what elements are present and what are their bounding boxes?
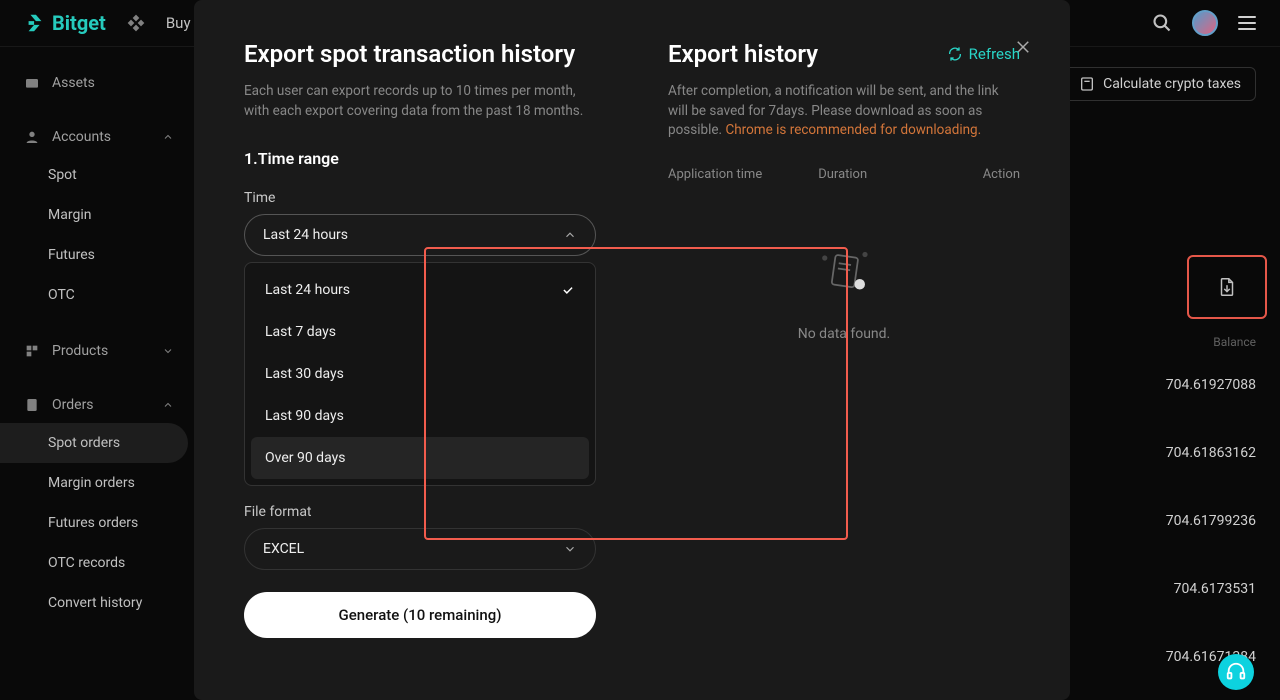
time-option-24h[interactable]: Last 24 hours — [251, 269, 589, 311]
export-modal: Export spot transaction history Each use… — [194, 0, 1070, 700]
chevron-up-icon — [563, 228, 577, 242]
check-icon — [561, 283, 575, 297]
refresh-icon — [947, 46, 963, 62]
file-format-select[interactable]: EXCEL — [244, 528, 596, 570]
time-option-7d[interactable]: Last 7 days — [251, 311, 589, 353]
time-option-30d[interactable]: Last 30 days — [251, 353, 589, 395]
export-history-columns: Application time Duration Action — [668, 167, 1020, 182]
chevron-down-icon — [563, 542, 577, 556]
col-action: Action — [983, 167, 1020, 182]
col-application-time: Application time — [668, 167, 762, 182]
export-history-title: Export history — [668, 40, 818, 68]
time-option-over90d[interactable]: Over 90 days — [251, 437, 589, 479]
time-dropdown: Last 24 hours Last 7 days Last 30 days L… — [244, 262, 596, 486]
headset-icon — [1225, 661, 1247, 683]
empty-state-icon — [809, 242, 879, 302]
modal-title: Export spot transaction history — [244, 40, 596, 68]
time-select-value: Last 24 hours — [263, 227, 348, 243]
generate-button[interactable]: Generate (10 remaining) — [244, 592, 596, 638]
no-data-text: No data found. — [798, 326, 891, 342]
modal-desc: Each user can export records up to 10 ti… — [244, 82, 596, 121]
no-data: No data found. — [668, 242, 1020, 342]
export-history-desc: After completion, a notification will be… — [668, 82, 1020, 141]
time-option-90d[interactable]: Last 90 days — [251, 395, 589, 437]
time-select[interactable]: Last 24 hours — [244, 214, 596, 256]
col-duration: Duration — [818, 167, 867, 182]
support-fab[interactable] — [1218, 654, 1254, 690]
time-label: Time — [244, 190, 596, 206]
file-format-value: EXCEL — [263, 541, 304, 557]
file-format-label: File format — [244, 504, 596, 520]
refresh-button[interactable]: Refresh — [947, 45, 1020, 63]
step-1-heading: 1.Time range — [244, 149, 596, 168]
